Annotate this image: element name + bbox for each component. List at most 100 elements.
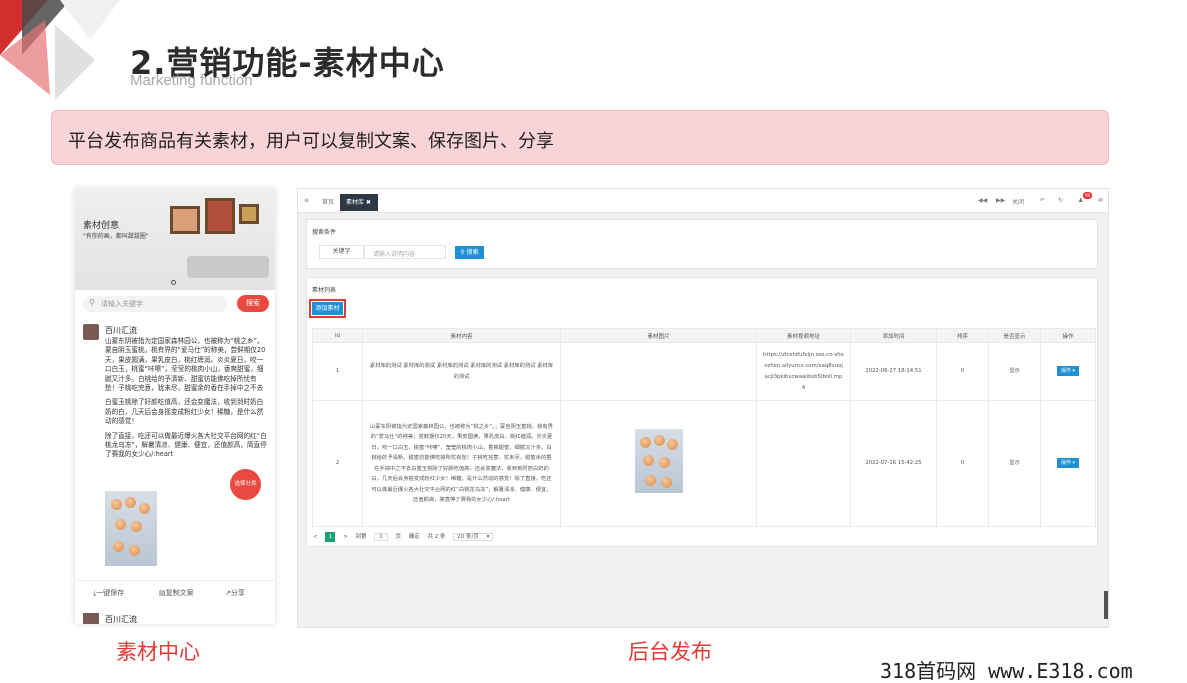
page-size-select[interactable]: 20 条/页 ▾ bbox=[453, 533, 494, 541]
footer-watermark: 318首码网 www.E318.com bbox=[880, 659, 1133, 683]
message-icon[interactable]: ✉ bbox=[1098, 197, 1103, 204]
carousel-dot[interactable] bbox=[171, 280, 176, 285]
notification-icon[interactable]: ♟ bbox=[1078, 197, 1083, 204]
back-icon[interactable]: ↶ bbox=[1040, 197, 1045, 204]
share-label: 分享 bbox=[230, 589, 245, 597]
prev-tab-icon[interactable]: ◀◀ bbox=[978, 197, 987, 204]
search-panel: 搜索条件 关键字 请输入说明内容 ⚲ 搜索 bbox=[306, 219, 1098, 269]
cell-image bbox=[560, 342, 757, 401]
next-tab-icon[interactable]: ▶▶ bbox=[996, 197, 1005, 204]
column-header: 操作 bbox=[1040, 328, 1096, 343]
pagination: < 1 > 到第 1 页 确定 共 2 条 20 条/页 ▾ bbox=[313, 532, 499, 542]
cell-content: 山蒙东阴被指为定国家森林园公，也被称为“桃之乡”。；蒙自阴玉蜜桃，桃有界的“爱马… bbox=[362, 400, 561, 527]
admin-topbar: ≡ 首页 素材库 ✖ ◀◀ ▶▶ 关闭 ↶ ↻ ♟ 99 ✉ bbox=[298, 189, 1108, 213]
tab-label: 素材库 bbox=[346, 199, 365, 206]
corner-decoration bbox=[0, 0, 120, 100]
table-header-row: Id 素材内容 素材图片 素材视频地址 添加时间 排序 是否显示 操作 bbox=[312, 328, 1096, 343]
search-section-title: 搜索条件 bbox=[312, 229, 337, 236]
post-text: 山蒙东阴被指为定国家森林园公，也被称为“桃之乡”。 蒙自阴玉蜜桃，桃有界的“爱马… bbox=[105, 337, 269, 465]
hero-banner: 素材创意 "有你的画，都叫甜甜圈" bbox=[75, 188, 275, 290]
search-button[interactable]: 搜索 bbox=[237, 295, 269, 312]
table-row: 1 素材库的测试 素材库的测试 素材库的测试 素材库的测试 素材库的测试 素材库… bbox=[312, 342, 1096, 401]
column-header: 素材图片 bbox=[560, 328, 757, 343]
material-list-panel: 素材列表 添加素材 Id 素材内容 素材图片 素材视频地址 添加时间 排序 是否… bbox=[306, 277, 1098, 547]
keyword-label: 关键字 bbox=[319, 245, 364, 259]
column-header: 素材内容 bbox=[362, 328, 561, 343]
close-dropdown[interactable]: 关闭 bbox=[1012, 197, 1024, 206]
caption-backend-publish: 后台发布 bbox=[628, 640, 712, 664]
operate-label: 操作 bbox=[1060, 460, 1071, 466]
copy-label: 复制文案 bbox=[165, 589, 194, 597]
cell-image bbox=[560, 400, 757, 527]
hero-subtitle: "有你的画，都叫甜甜圈" bbox=[83, 233, 149, 240]
share-button[interactable]: ↗分享 bbox=[225, 588, 245, 598]
cell-time: 2022-06-27 18:14:51 bbox=[850, 342, 937, 401]
keyword-input[interactable]: 请输入说明内容 bbox=[364, 245, 446, 259]
notification-badge: 99 bbox=[1083, 192, 1092, 199]
cell-time: 2022-07-16 15:42:25 bbox=[850, 400, 937, 527]
scrollbar[interactable] bbox=[1104, 591, 1108, 619]
table-row: 2 山蒙东阴被指为定国家森林园公，也被称为“桃之乡”。；蒙自阴玉蜜桃，桃有界的“… bbox=[312, 400, 1096, 527]
hero-title: 素材创意 bbox=[83, 221, 120, 231]
copy-button[interactable]: ▤复制文案 bbox=[159, 588, 194, 598]
username: 百川汇流 bbox=[105, 326, 137, 335]
total-count: 共 2 条 bbox=[427, 534, 446, 540]
cell-id: 2 bbox=[312, 400, 363, 527]
column-header: 添加时间 bbox=[850, 328, 937, 343]
tab-material-library[interactable]: 素材库 ✖ bbox=[340, 194, 378, 211]
search-input[interactable]: ⚲ 请输入关键字 bbox=[83, 296, 227, 312]
picture-frame-icon bbox=[205, 198, 235, 234]
prev-page-button[interactable]: < bbox=[313, 534, 318, 540]
material-thumbnail[interactable] bbox=[634, 429, 683, 493]
phone-mockup: 素材创意 "有你的画，都叫甜甜圈" ⚲ 请输入关键字 搜索 百川汇流 山蒙东阴被… bbox=[75, 188, 275, 624]
post-image[interactable] bbox=[105, 491, 157, 566]
save-button[interactable]: ⤓一键保存 bbox=[93, 588, 124, 598]
post-actions: ⤓一键保存 ▤复制文案 ↗分享 bbox=[75, 580, 275, 600]
menu-icon[interactable]: ≡ bbox=[304, 197, 309, 204]
page-unit: 页 bbox=[395, 534, 401, 540]
save-label: 一键保存 bbox=[96, 589, 125, 597]
tab-home[interactable]: 首页 bbox=[322, 197, 334, 206]
list-section-title: 素材列表 bbox=[312, 287, 337, 294]
cell-sort: 0 bbox=[936, 342, 989, 401]
next-page-button[interactable]: > bbox=[343, 534, 348, 540]
search-icon: ⚲ bbox=[89, 298, 95, 307]
admin-panel: ≡ 首页 素材库 ✖ ◀◀ ▶▶ 关闭 ↶ ↻ ♟ 99 ✉ 搜索条件 关键字 … bbox=[297, 188, 1109, 628]
operate-dropdown[interactable]: 操作 ▾ bbox=[1057, 366, 1079, 376]
choose-category-button[interactable]: 选择分类 bbox=[230, 469, 261, 500]
cell-video bbox=[756, 400, 851, 527]
avatar bbox=[83, 613, 99, 624]
slide: 2.营销功能-素材中心 Marketing function 平台发布商品有关素… bbox=[0, 0, 1187, 683]
search-placeholder: 请输入关键字 bbox=[101, 300, 143, 308]
picture-frame-icon bbox=[239, 204, 259, 224]
admin-search-button[interactable]: ⚲ 搜索 bbox=[455, 246, 484, 259]
refresh-icon[interactable]: ↻ bbox=[1058, 197, 1063, 204]
picture-frame-icon bbox=[170, 206, 200, 234]
cell-sort: 0 bbox=[936, 400, 989, 527]
page-1-button[interactable]: 1 bbox=[325, 532, 336, 542]
search-button-label: 搜索 bbox=[466, 249, 479, 256]
username: 百川汇流 bbox=[105, 615, 137, 624]
add-material-button[interactable]: 添加素材 bbox=[309, 299, 346, 318]
column-header: 排序 bbox=[936, 328, 989, 343]
cell-show: 显示 bbox=[988, 342, 1041, 401]
column-header: 素材视频地址 bbox=[756, 328, 851, 343]
post-paragraph: 白蜜玉桃除了好颜吃值高，还会变魔法，收到到时奶白奶的白，几天后会身摇变成粉红少女… bbox=[105, 398, 264, 426]
cell-content: 素材库的测试 素材库的测试 素材库的测试 素材库的测试 素材库的测试 素材库的测… bbox=[362, 342, 561, 401]
post-paragraph: 山蒙东阴被指为定国家森林园公，也被称为“桃之乡”。 蒙自阴玉蜜桃，桃有界的“爱马… bbox=[105, 337, 266, 393]
goto-page-input[interactable]: 1 bbox=[374, 533, 388, 541]
operate-dropdown[interactable]: 操作 ▾ bbox=[1057, 458, 1079, 468]
sofa-image bbox=[187, 256, 269, 278]
description-banner: 平台发布商品有关素材，用户可以复制文案、保存图片、分享 bbox=[51, 110, 1109, 165]
material-table: Id 素材内容 素材图片 素材视频地址 添加时间 排序 是否显示 操作 1 素材… bbox=[312, 328, 1096, 527]
column-header[interactable]: Id bbox=[312, 328, 363, 343]
goto-label: 到第 bbox=[355, 534, 367, 540]
cell-action: 操作 ▾ bbox=[1040, 400, 1096, 527]
page-size-value: 20 条/页 bbox=[457, 534, 479, 540]
caption-material-center: 素材中心 bbox=[116, 640, 200, 664]
operate-label: 操作 bbox=[1060, 368, 1071, 374]
avatar bbox=[83, 324, 99, 340]
cell-video: https://zhishifufeijn.oss-cn-shenzhen.al… bbox=[756, 342, 851, 401]
cell-action: 操作 ▾ bbox=[1040, 342, 1096, 401]
goto-confirm-button[interactable]: 确定 bbox=[409, 534, 420, 540]
